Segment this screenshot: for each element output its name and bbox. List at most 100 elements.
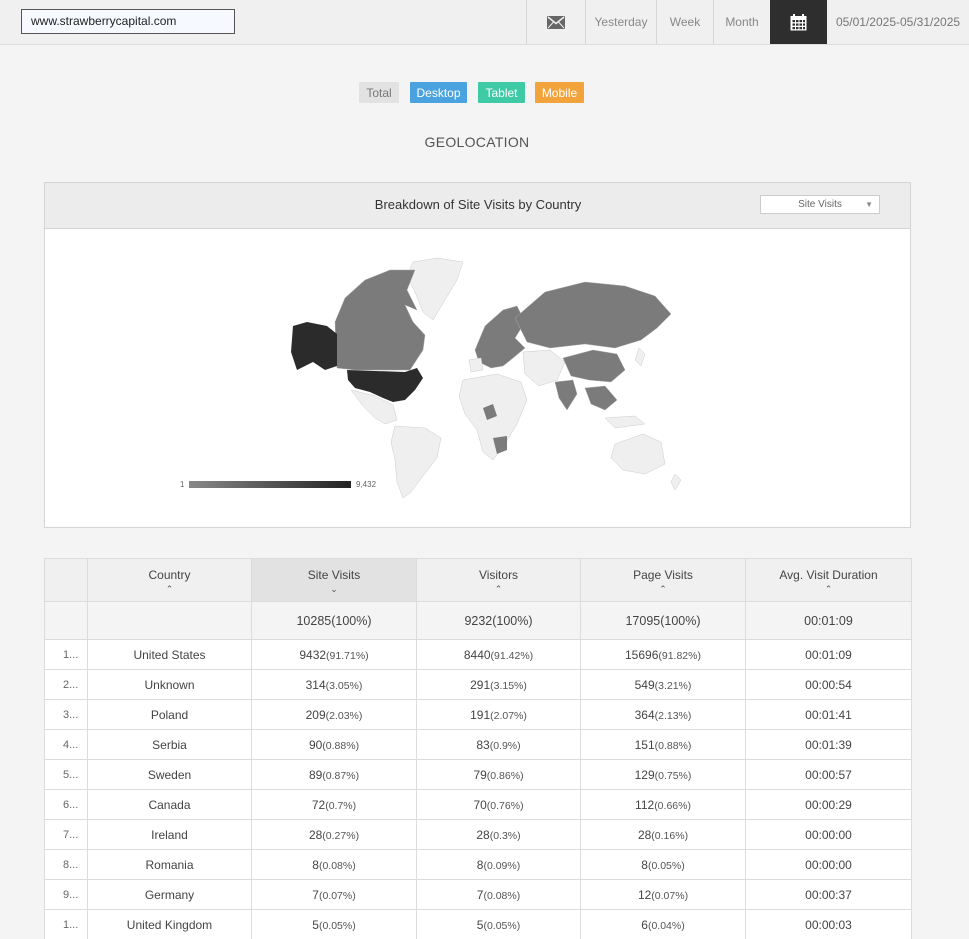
map-alaska bbox=[291, 322, 337, 370]
table-row[interactable]: 1... United Kingdom 5(0.05%) 5(0.05%) 6(0.04… bbox=[44, 909, 912, 939]
site-visits-cell: 72(0.7%) bbox=[251, 789, 417, 820]
visitors-cell: 8(0.09%) bbox=[416, 849, 581, 880]
map-middle-east bbox=[522, 349, 566, 387]
row-index: 9... bbox=[44, 879, 88, 910]
country-cell: Canada bbox=[87, 789, 252, 820]
world-map[interactable]: 1 9,432 bbox=[45, 230, 911, 528]
site-url-field[interactable]: www.strawberrycapital.com bbox=[21, 9, 235, 34]
metric-select[interactable]: Site Visits ▼ bbox=[760, 195, 880, 214]
country-cell: Ireland bbox=[87, 819, 252, 850]
range-week-button[interactable]: Week bbox=[656, 0, 713, 44]
site-visits-cell: 28(0.27%) bbox=[251, 819, 417, 850]
table-row[interactable]: 7... Ireland 28(0.27%) 28(0.3%) 28(0.16%) 00:… bbox=[44, 819, 912, 850]
map-china bbox=[562, 349, 626, 383]
col-header-label: Avg. Visit Duration bbox=[779, 568, 878, 582]
map-se-asia bbox=[584, 385, 618, 411]
table-header-row: Country ⌃ Site Visits ⌄ Visitors ⌃ Page Vis… bbox=[44, 558, 912, 602]
avg-duration-cell: 00:00:57 bbox=[745, 759, 912, 790]
visitors-cell: 79(0.86%) bbox=[416, 759, 581, 790]
calendar-icon bbox=[790, 13, 807, 30]
row-index: 8... bbox=[44, 849, 88, 880]
row-index: 6... bbox=[44, 789, 88, 820]
avg-duration-cell: 00:00:54 bbox=[745, 669, 912, 700]
site-visits-cell: 209(2.03%) bbox=[251, 699, 417, 730]
table-row[interactable]: 3... Poland 209(2.03%) 191(2.07%) 364(2.13%)… bbox=[44, 699, 912, 730]
page-visits-cell: 28(0.16%) bbox=[580, 819, 746, 850]
site-visits-cell: 7(0.07%) bbox=[251, 879, 417, 910]
segment-tablet-button[interactable]: Tablet bbox=[478, 82, 525, 103]
col-header-label: Visitors bbox=[478, 568, 519, 582]
col-header-site-visits[interactable]: Site Visits ⌄ bbox=[251, 558, 417, 602]
avg-duration-cell: 00:01:41 bbox=[745, 699, 912, 730]
row-index: 7... bbox=[44, 819, 88, 850]
page-visits-cell: 151(0.88%) bbox=[580, 729, 746, 760]
page-visits-cell: 364(2.13%) bbox=[580, 699, 746, 730]
map-russia bbox=[514, 281, 672, 349]
country-cell: United Kingdom bbox=[87, 909, 252, 939]
table-row[interactable]: 2... Unknown 314(3.05%) 291(3.15%) 549(3.21%… bbox=[44, 669, 912, 700]
total-site-visits: 10285(100%) bbox=[251, 601, 417, 640]
row-index: 2... bbox=[44, 669, 88, 700]
mail-icon bbox=[547, 15, 565, 29]
col-header-visitors[interactable]: Visitors ⌃ bbox=[416, 558, 581, 602]
site-visits-cell: 9432(91.71%) bbox=[251, 639, 417, 670]
country-cell: United States bbox=[87, 639, 252, 670]
total-avg-duration: 00:01:09 bbox=[745, 601, 912, 640]
map-australia bbox=[610, 433, 666, 475]
sort-asc-icon[interactable]: ⌃ bbox=[581, 584, 745, 594]
geo-table: Country ⌃ Site Visits ⌄ Visitors ⌃ Page Vis… bbox=[44, 558, 912, 939]
country-cell: Romania bbox=[87, 849, 252, 880]
visitors-cell: 7(0.08%) bbox=[416, 879, 581, 910]
sort-asc-icon[interactable]: ⌃ bbox=[88, 584, 251, 594]
sort-asc-icon[interactable]: ⌃ bbox=[417, 584, 580, 594]
table-row[interactable]: 5... Sweden 89(0.87%) 79(0.86%) 129(0.75%) 00… bbox=[44, 759, 912, 790]
top-toolbar: www.strawberrycapital.com Yesterday Week… bbox=[0, 0, 969, 45]
row-index: 1... bbox=[44, 639, 88, 670]
col-header-page-visits[interactable]: Page Visits ⌃ bbox=[580, 558, 746, 602]
table-row[interactable]: 9... Germany 7(0.07%) 7(0.08%) 12(0.07%) 00:0… bbox=[44, 879, 912, 910]
visitors-cell: 70(0.76%) bbox=[416, 789, 581, 820]
segment-total-button[interactable]: Total bbox=[359, 82, 399, 103]
row-index: 3... bbox=[44, 699, 88, 730]
table-row[interactable]: 8... Romania 8(0.08%) 8(0.09%) 8(0.05%) 00:00… bbox=[44, 849, 912, 880]
table-row[interactable]: 1... United States 9432(91.71%) 8440(91.42%… bbox=[44, 639, 912, 670]
page-visits-cell: 15696(91.82%) bbox=[580, 639, 746, 670]
page-visits-cell: 129(0.75%) bbox=[580, 759, 746, 790]
table-row[interactable]: 4... Serbia 90(0.88%) 83(0.9%) 151(0.88%) 00:… bbox=[44, 729, 912, 760]
range-month-button[interactable]: Month bbox=[713, 0, 770, 44]
col-header-label: Country bbox=[148, 568, 191, 582]
visitors-cell: 28(0.3%) bbox=[416, 819, 581, 850]
site-visits-cell: 314(3.05%) bbox=[251, 669, 417, 700]
map-panel: Breakdown of Site Visits by Country Site… bbox=[44, 182, 911, 528]
segment-mobile-button[interactable]: Mobile bbox=[535, 82, 584, 103]
segment-desktop-button[interactable]: Desktop bbox=[410, 82, 467, 103]
sort-asc-icon[interactable]: ⌃ bbox=[746, 584, 911, 594]
visitors-cell: 191(2.07%) bbox=[416, 699, 581, 730]
col-header-avg-duration[interactable]: Avg. Visit Duration ⌃ bbox=[745, 558, 912, 602]
avg-duration-cell: 00:01:39 bbox=[745, 729, 912, 760]
map-greenland bbox=[406, 257, 464, 321]
country-cell: Poland bbox=[87, 699, 252, 730]
legend-min-label: 1 bbox=[180, 480, 185, 489]
sort-desc-icon[interactable]: ⌄ bbox=[252, 584, 416, 594]
date-range-label[interactable]: 05/01/2025-05/31/2025 bbox=[827, 0, 969, 44]
legend-max-label: 9,432 bbox=[356, 480, 377, 489]
email-report-button[interactable] bbox=[526, 0, 585, 44]
col-header-country[interactable]: Country ⌃ bbox=[87, 558, 252, 602]
avg-duration-cell: 00:01:09 bbox=[745, 639, 912, 670]
visitors-cell: 5(0.05%) bbox=[416, 909, 581, 939]
site-visits-cell: 8(0.08%) bbox=[251, 849, 417, 880]
chevron-down-icon: ▼ bbox=[865, 200, 873, 209]
site-visits-cell: 90(0.88%) bbox=[251, 729, 417, 760]
country-cell: Unknown bbox=[87, 669, 252, 700]
map-japan bbox=[634, 347, 646, 367]
range-yesterday-button[interactable]: Yesterday bbox=[585, 0, 656, 44]
section-title: GEOLOCATION bbox=[424, 134, 530, 150]
map-iberia bbox=[468, 357, 484, 373]
calendar-button[interactable] bbox=[770, 0, 827, 44]
page-visits-cell: 112(0.66%) bbox=[580, 789, 746, 820]
table-row[interactable]: 6... Canada 72(0.7%) 70(0.76%) 112(0.66%) 00:… bbox=[44, 789, 912, 820]
avg-duration-cell: 00:00:00 bbox=[745, 849, 912, 880]
site-visits-cell: 89(0.87%) bbox=[251, 759, 417, 790]
avg-duration-cell: 00:00:03 bbox=[745, 909, 912, 939]
